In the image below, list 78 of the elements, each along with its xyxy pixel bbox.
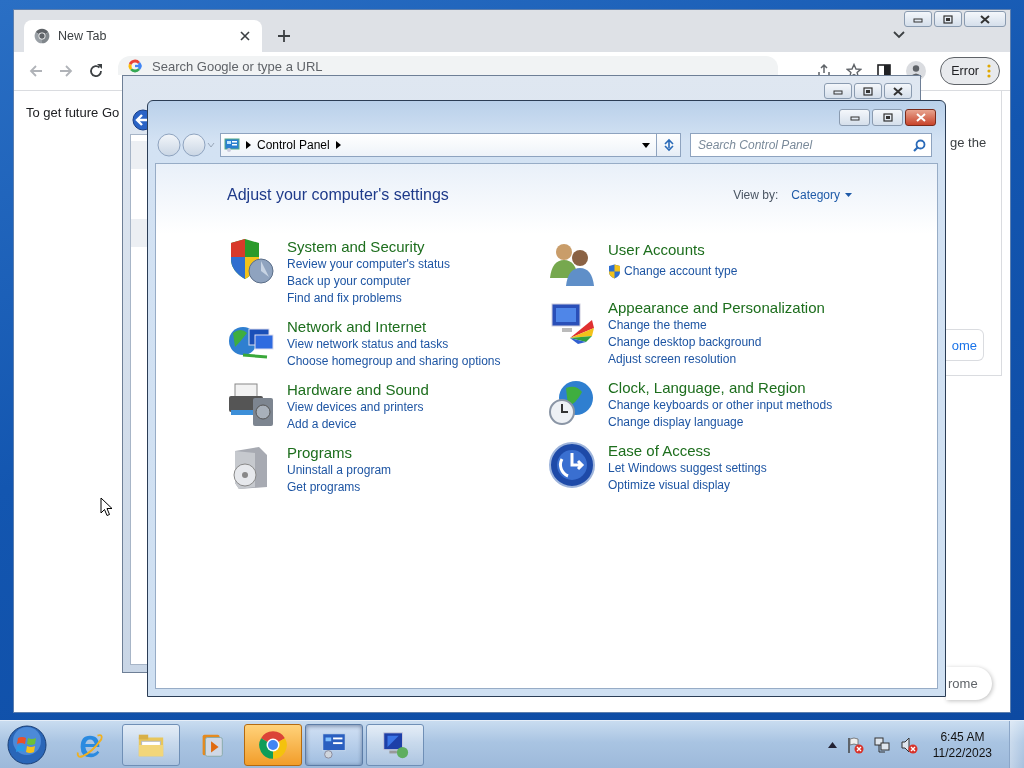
task-link[interactable]: View devices and printers (287, 399, 429, 416)
maximize-button[interactable] (934, 11, 962, 27)
maximize-button[interactable] (854, 83, 882, 99)
category-link[interactable]: Programs (287, 443, 392, 462)
category-link[interactable]: Network and Internet (287, 317, 501, 336)
page-heading: Adjust your computer's settings (227, 186, 449, 204)
category-link[interactable]: Clock, Language, and Region (608, 378, 833, 397)
address-bar[interactable]: Search Google or type a URL (118, 56, 778, 75)
task-link[interactable]: Uninstall a program (287, 462, 392, 479)
control-panel-icon (224, 138, 240, 152)
task-link[interactable]: Change account type (608, 263, 738, 280)
more-icon (987, 64, 991, 78)
bottom-button[interactable]: rome (946, 667, 992, 700)
dropdown-icon[interactable] (642, 142, 650, 148)
breadcrumb-item[interactable]: Control Panel (257, 138, 330, 152)
reload-icon[interactable] (88, 63, 104, 79)
view-by-dropdown[interactable]: Category (791, 188, 852, 202)
task-link[interactable]: Choose homegroup and sharing options (287, 353, 501, 370)
address-placeholder: Search Google or type a URL (152, 59, 323, 74)
browser-icon (34, 28, 50, 44)
category-link[interactable]: Ease of Access (608, 441, 767, 460)
close-button[interactable] (884, 83, 912, 99)
card-text: ge the (950, 135, 988, 150)
task-link[interactable]: Change the theme (608, 317, 825, 334)
task-link[interactable]: Find and fix problems (287, 290, 451, 307)
category-link[interactable]: System and Security (287, 237, 451, 256)
task-link[interactable]: View network status and tasks (287, 336, 501, 353)
refresh-button[interactable] (657, 133, 681, 157)
card-button[interactable]: ome (946, 329, 984, 361)
refresh-icon (661, 138, 676, 152)
browser-tab[interactable]: New Tab (24, 20, 262, 52)
search-field[interactable]: Search Control Panel (690, 133, 932, 157)
up-arrow-icon[interactable] (827, 741, 837, 748)
task-link[interactable]: Change display language (608, 414, 833, 431)
task-link[interactable]: Change desktop background (608, 334, 825, 351)
remote-desktop-icon (380, 729, 410, 760)
caret-icon (845, 193, 852, 197)
clock[interactable]: 6:45 AM 11/22/2023 (932, 728, 992, 761)
task-link[interactable]: Let Windows suggest settings (608, 460, 767, 477)
task-link[interactable]: Adjust screen resolution (608, 351, 825, 368)
volume-muted-icon[interactable] (899, 735, 918, 754)
back-icon[interactable] (132, 109, 147, 131)
error-button[interactable]: Error (940, 57, 1000, 85)
caret-icon[interactable] (892, 30, 906, 40)
view-by-label: View by: (733, 188, 779, 202)
close-button[interactable] (905, 109, 936, 126)
printer-speaker-icon (227, 380, 275, 428)
taskbar-button[interactable] (305, 723, 363, 766)
category-link[interactable]: User Accounts (608, 240, 738, 259)
flag-icon[interactable] (845, 735, 864, 754)
shield-icon (608, 264, 621, 279)
task-link[interactable]: Add a device (287, 416, 429, 433)
category-link[interactable]: Appearance and Personalization (608, 298, 825, 317)
logo-icon (128, 59, 142, 73)
page-text: To get future Go (26, 105, 121, 120)
maximize-icon (860, 84, 876, 98)
address-bar[interactable]: Control Panel (220, 133, 657, 157)
task-link[interactable]: Optimize visual display (608, 477, 767, 494)
browser-icon (258, 729, 288, 760)
task-link[interactable]: Get programs (287, 479, 392, 496)
chevron-icon (246, 141, 251, 149)
close-icon[interactable] (238, 29, 252, 43)
task-link[interactable]: Review your computer's status (287, 256, 451, 273)
task-link[interactable]: Back up your computer (287, 273, 451, 290)
search-icon[interactable] (913, 139, 926, 152)
plus-icon[interactable] (276, 28, 292, 44)
maximize-button[interactable] (872, 109, 903, 126)
taskbar-button[interactable] (366, 723, 424, 766)
task-link[interactable]: Change keyboards or other input methods (608, 397, 833, 414)
windows-logo-icon (7, 724, 47, 765)
pointer-icon (100, 497, 113, 517)
accessibility-icon (548, 441, 596, 489)
globe-clock-icon (548, 378, 596, 426)
chevron-icon (335, 141, 341, 149)
category-link[interactable]: Hardware and Sound (287, 380, 429, 399)
network-icon[interactable] (872, 735, 891, 754)
close-button[interactable] (964, 11, 1006, 27)
maximize-icon (940, 12, 956, 26)
